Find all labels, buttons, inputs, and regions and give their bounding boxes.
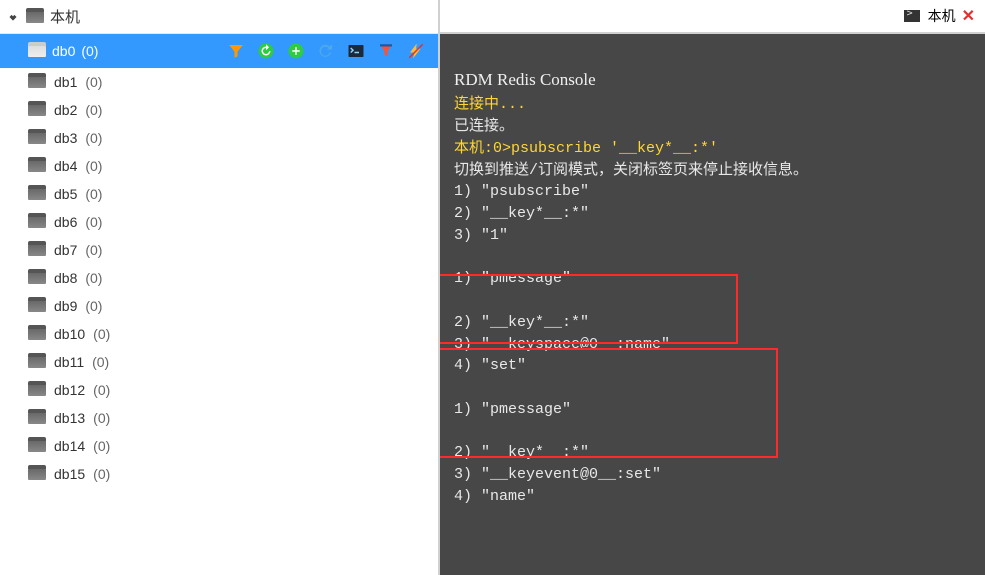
console-icon[interactable] (346, 41, 366, 61)
reload-icon[interactable] (256, 41, 276, 61)
console-line: 4) "set" (454, 357, 526, 374)
db-icon (28, 412, 46, 424)
selected-db[interactable]: db0 (0) (4, 43, 98, 59)
console-line: 1) "psubscribe" (454, 183, 589, 200)
db-icon (28, 440, 46, 452)
console-line: 3) "__keyspace@0__:name" (454, 336, 670, 353)
db-item[interactable]: db1(0) (0, 68, 438, 96)
db-item[interactable]: db4(0) (0, 152, 438, 180)
server-icon (26, 11, 44, 23)
console[interactable]: RDM Redis Console 连接中... 已连接。 本机:0>psubsc… (440, 34, 985, 575)
db-item[interactable]: db2(0) (0, 96, 438, 124)
console-line: 1) "pmessage" (454, 401, 571, 418)
console-line: 2) "__key*__:*" (454, 444, 589, 461)
tab-label[interactable]: 本机 (928, 6, 956, 26)
db-icon (28, 104, 46, 116)
connection-name: 本机 (50, 6, 80, 27)
db-icon (28, 244, 46, 256)
refresh-icon[interactable] (316, 41, 336, 61)
db-icon (28, 356, 46, 368)
sidebar: 本机 db0 (0) (0, 0, 440, 575)
add-icon[interactable] (286, 41, 306, 61)
db-item[interactable]: db13(0) (0, 404, 438, 432)
db-item[interactable]: db7(0) (0, 236, 438, 264)
db-item[interactable]: db6(0) (0, 208, 438, 236)
console-line: 4) "name" (454, 488, 535, 505)
console-prompt: 本机:0>psubscribe '__key*__:*' (454, 140, 718, 157)
db-item[interactable]: db8(0) (0, 264, 438, 292)
db-item[interactable]: db15(0) (0, 460, 438, 488)
db-icon (28, 272, 46, 284)
console-title: RDM Redis Console (454, 68, 971, 93)
lightning-icon[interactable] (406, 41, 426, 61)
app-root: 本机 db0 (0) (0, 0, 985, 575)
console-line: 3) "__keyevent@0__:set" (454, 466, 661, 483)
db-icon (28, 160, 46, 172)
db-icon (28, 132, 46, 144)
db-list: db1(0) db2(0) db3(0) db4(0) db5(0) db6(0… (0, 68, 438, 488)
toolbar-icons (226, 41, 434, 61)
console-connected: 已连接。 (454, 118, 514, 135)
console-line: 2) "__key*__:*" (454, 205, 589, 222)
right-panel: 本机 ✕ RDM Redis Console 连接中... 已连接。 本机:0>p… (440, 0, 985, 575)
db-icon (28, 188, 46, 200)
db-icon (28, 468, 46, 480)
db-item[interactable]: db5(0) (0, 180, 438, 208)
close-icon[interactable]: ✕ (962, 6, 975, 26)
db-icon (28, 328, 46, 340)
db-item[interactable]: db14(0) (0, 432, 438, 460)
db-item[interactable]: db11(0) (0, 348, 438, 376)
db-item[interactable]: db9(0) (0, 292, 438, 320)
filter-icon[interactable] (226, 41, 246, 61)
db-item[interactable]: db10(0) (0, 320, 438, 348)
console-switch-msg: 切换到推送/订阅模式，关闭标签页来停止接收信息。 (454, 162, 808, 179)
db-icon (28, 216, 46, 228)
db-toolbar: db0 (0) (0, 34, 438, 68)
console-connecting: 连接中... (454, 96, 526, 113)
db-icon (28, 300, 46, 312)
connection-header[interactable]: 本机 (0, 0, 438, 34)
funnel-icon[interactable] (376, 41, 396, 61)
console-line: 2) "__key*__:*" (454, 314, 589, 331)
chevron-down-icon (9, 13, 16, 20)
console-line: 3) "1" (454, 227, 508, 244)
selected-db-count: (0) (81, 43, 98, 59)
tab-bar: 本机 ✕ (440, 0, 985, 34)
db-icon (28, 384, 46, 396)
console-line: 1) "pmessage" (454, 270, 571, 287)
selected-db-name: db0 (52, 43, 75, 59)
db-icon (28, 45, 46, 57)
db-item[interactable]: db12(0) (0, 376, 438, 404)
db-icon (28, 76, 46, 88)
db-item[interactable]: db3(0) (0, 124, 438, 152)
terminal-icon (904, 10, 920, 22)
